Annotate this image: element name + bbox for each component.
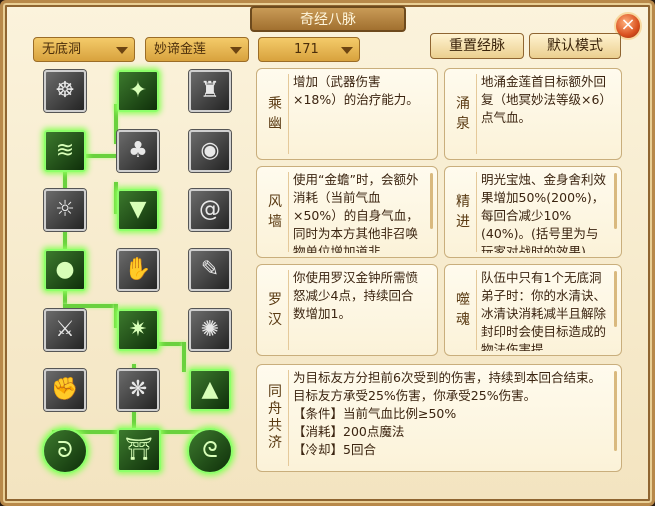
whirlwind-icon: ▼ [129, 197, 147, 222]
sun-icon: ☼ [55, 197, 75, 222]
meridian-node[interactable]: ᘐ [42, 428, 88, 474]
scrollbar[interactable] [614, 173, 617, 229]
skill-desc: 队伍中只有1个无底洞弟子时：你的水清诀、冰清诀消耗减半且解除封印时会使目标造成的… [481, 270, 607, 351]
wave-icon: ≋ [55, 138, 75, 163]
skill-card[interactable]: 乘幽 增加（武器伤害×18%）的治疗能力。 [256, 68, 438, 160]
skill-name: 同舟共济 [262, 370, 289, 466]
meridian-node[interactable]: ☼ [44, 189, 86, 231]
skill-card[interactable]: 噬魂 队伍中只有1个无底洞弟子时：你的水清诀、冰清诀消耗减半且解除封印时会使目标… [444, 264, 622, 356]
arrows-icon: ✦ [128, 78, 148, 103]
orb-icon: ● [55, 257, 75, 282]
scrollbar[interactable] [614, 371, 617, 451]
fist-icon: ✊ [51, 377, 79, 402]
meridian-node[interactable]: ≋ [44, 130, 86, 172]
meridian-node[interactable]: ♣ [117, 130, 159, 172]
sect-dropdown[interactable]: 无底洞 [33, 37, 135, 62]
skill-name: 乘幽 [262, 74, 289, 154]
claw-icon: ✋ [124, 257, 152, 282]
skill-name: 噬魂 [450, 270, 477, 350]
default-mode-button[interactable]: 默认模式 [529, 33, 621, 59]
meridian-node[interactable]: ♜ [189, 70, 231, 112]
skill-name: 涌泉 [450, 74, 477, 154]
meridian-node[interactable]: ✺ [189, 309, 231, 351]
meridian-node[interactable]: ✋ [117, 249, 159, 291]
burst-icon: ✺ [200, 317, 220, 342]
skill-desc: 你使用罗汉金钟所需愤怒减少4点，持续回合数增加1。 [293, 270, 419, 321]
meridian-node[interactable]: ✷ [117, 309, 159, 351]
skill-name: 风墙 [262, 172, 289, 252]
skill-desc-line: 【条件】当前气血比例≥50% [293, 406, 457, 421]
scrollbar[interactable] [614, 271, 617, 327]
skill-card[interactable]: 涌泉 地涌金莲首目标额外回复（地冥妙法等级×6）点气血。 [444, 68, 622, 160]
spiral-left-icon: ᘐ [57, 438, 73, 463]
meridian-tree: ☸ ✦ ♜ ≋ ♣ ◉ ☼ ▼ @ ● ✋ ✎ ⚔ ✷ ✺ ✊ ❋ ▲ ᘐ ⛩ … [32, 64, 244, 476]
skill-card[interactable]: 风墙 使用“金蟾”时，会额外消耗（当前气血×50%）的自身气血，同时为本方其他非… [256, 166, 438, 258]
meridian-node[interactable]: ● [44, 249, 86, 291]
skill-desc-line: 为目标友方分担前6次受到的伤害，持续到本回合结束。 [293, 370, 601, 385]
skill-card[interactable]: 同舟共济 为目标友方分担前6次受到的伤害，持续到本回合结束。 目标友方承受25%… [256, 364, 622, 472]
skill-desc: 明光宝烛、金身舍利效果增加50%(200%)，每回合减少10%(40%)。(括号… [481, 172, 607, 253]
skill-desc: 为目标友方分担前6次受到的伤害，持续到本回合结束。 目标友方承受25%伤害，你承… [293, 369, 607, 469]
stump-icon: ♣ [128, 138, 148, 163]
meridian-node[interactable]: ⚔ [44, 309, 86, 351]
bell-icon: ▲ [201, 377, 219, 402]
skill-desc: 地涌金莲首目标额外回复（地冥妙法等级×6）点气血。 [481, 74, 607, 125]
skill-desc-line: 【冷却】5回合 [293, 442, 376, 457]
meridian-node[interactable]: ⛩ [117, 428, 161, 472]
sect-dropdown-value: 无底洞 [42, 42, 82, 57]
meridian-node[interactable]: ▲ [189, 369, 231, 411]
meridian-node[interactable]: ❋ [117, 369, 159, 411]
chevron-down-icon [341, 47, 353, 54]
scrollbar[interactable] [430, 173, 433, 229]
figures-icon: ♜ [200, 78, 220, 103]
meridian-node[interactable]: @ [189, 189, 231, 231]
skill-desc: 使用“金蟾”时，会额外消耗（当前气血×50%）的自身气血，同时为本方其他非召唤物… [293, 172, 419, 253]
skill-name: 精进 [450, 172, 477, 252]
reset-meridian-button[interactable]: 重置经脉 [430, 33, 524, 59]
meridian-node[interactable]: ☸ [44, 70, 86, 112]
chevron-down-icon [116, 47, 128, 54]
tree-link [63, 304, 117, 308]
meridian-node[interactable]: ▼ [117, 189, 159, 231]
meridian-node[interactable]: ✎ [189, 249, 231, 291]
meditate-icon: ☸ [55, 78, 75, 103]
points-dropdown-value: 171 [294, 42, 319, 57]
skill-card[interactable]: 精进 明光宝烛、金身舍利效果增加50%(200%)，每回合减少10%(40%)。… [444, 166, 622, 258]
skill-name: 罗汉 [262, 270, 289, 350]
meridian-node[interactable]: ᘓ [187, 428, 233, 474]
splash-icon: ❋ [128, 377, 148, 402]
thorn-icon: ✷ [128, 317, 148, 342]
signal-icon: ◉ [200, 138, 220, 163]
school-dropdown-value: 妙谛金莲 [154, 42, 207, 57]
gate-icon: ⛩ [125, 437, 153, 462]
swirl-icon: @ [199, 197, 221, 222]
chevron-down-icon [230, 47, 242, 54]
meridian-node[interactable]: ◉ [189, 130, 231, 172]
tree-link [182, 342, 186, 372]
meridian-node[interactable]: ✊ [44, 369, 86, 411]
meridian-node[interactable]: ✦ [117, 70, 159, 112]
skill-desc-line: 目标友方承受25%伤害，你承受25%伤害。 [293, 388, 537, 403]
spiral-right-icon: ᘓ [202, 438, 218, 463]
skill-desc: 增加（武器伤害×18%）的治疗能力。 [293, 74, 419, 107]
skill-desc-line: 【消耗】200点魔法 [293, 424, 405, 439]
school-dropdown[interactable]: 妙谛金莲 [145, 37, 249, 62]
blade-icon: ⚔ [55, 317, 75, 342]
scroll-icon: ✎ [200, 257, 220, 282]
window-title: 奇经八脉 [250, 6, 406, 32]
skill-card[interactable]: 罗汉 你使用罗汉金钟所需愤怒减少4点，持续回合数增加1。 [256, 264, 438, 356]
points-dropdown[interactable]: 171 [258, 37, 360, 62]
